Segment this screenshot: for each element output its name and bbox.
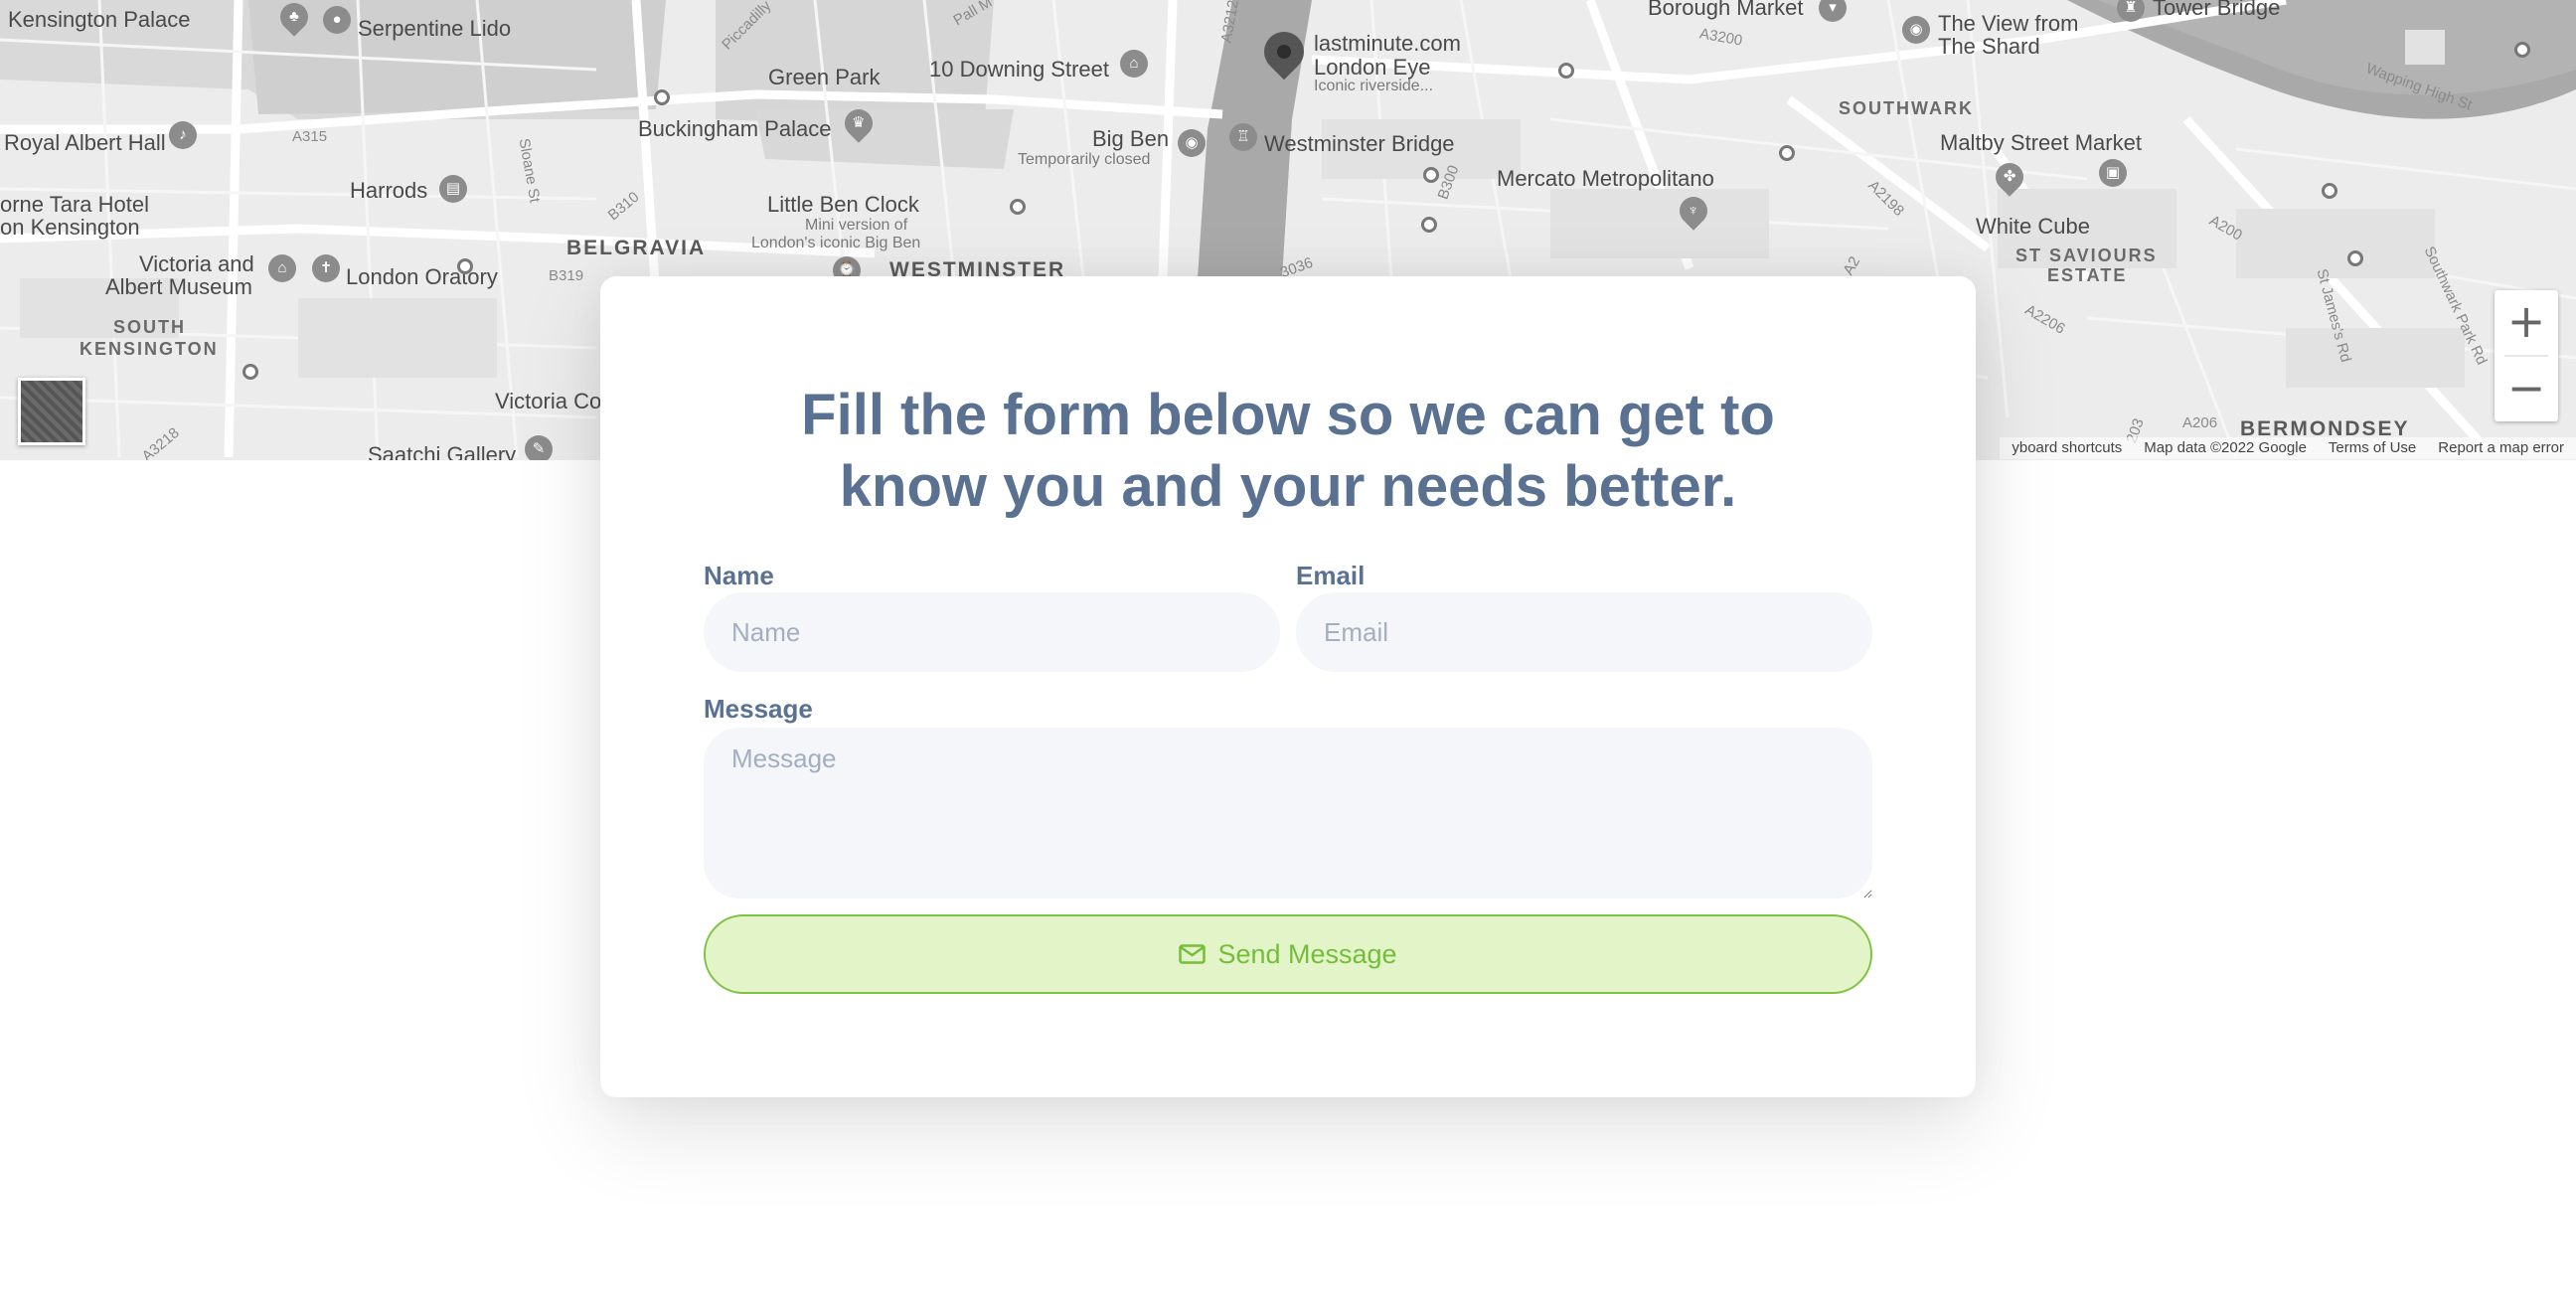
map-label-big-ben-status: Temporarily closed (1018, 151, 1151, 168)
location-pin-icon[interactable]: ● (323, 6, 351, 34)
station-icon[interactable] (242, 364, 258, 380)
station-icon[interactable] (1558, 63, 1574, 79)
map-label-kensington-palace: Kensington Palace (8, 7, 191, 32)
map-label-saatchi: Saatchi Gallery (368, 442, 517, 460)
landmark-icon[interactable]: ♖ (1229, 123, 1257, 151)
zoom-out-button[interactable]: − (2495, 357, 2558, 421)
map-label-little-ben-1: Little Ben Clock (767, 192, 919, 217)
map-data-text: Map data ©2022 Google (2144, 439, 2307, 456)
station-icon[interactable] (2347, 250, 2363, 266)
station-icon[interactable] (1779, 145, 1795, 161)
map-zoom-controls: + − (2495, 290, 2558, 421)
camera-icon[interactable]: ◉ (1902, 16, 1930, 44)
map-label-borough-market: Borough Market (1648, 0, 1804, 20)
message-textarea[interactable] (704, 728, 1872, 899)
map-label-victoria: Victoria Co (495, 389, 602, 413)
map-label-belgravia: BELGRAVIA (566, 237, 707, 259)
museum-icon[interactable]: ⌂ (268, 254, 296, 282)
road-label-a206: A206 (2182, 414, 2218, 431)
zoom-in-button[interactable]: + (2495, 290, 2558, 355)
map-label-white-cube: White Cube (1976, 214, 2090, 239)
map-label-harrods: Harrods (350, 178, 428, 203)
station-icon[interactable] (457, 258, 473, 274)
email-input[interactable] (1296, 592, 1872, 672)
church-icon[interactable]: ✝ (312, 254, 340, 282)
palette-icon[interactable]: ✎ (525, 435, 553, 460)
map-label-big-ben: Big Ben (1092, 126, 1170, 151)
terms-of-use-link[interactable]: Terms of Use (2329, 437, 2416, 459)
map-label-buckingham-palace: Buckingham Palace (638, 116, 832, 141)
road-label-b319: B319 (549, 267, 584, 284)
map-label-st-saviours-2: ESTATE (2047, 265, 2128, 285)
map-label-royal-albert-hall: Royal Albert Hall (4, 130, 166, 155)
satellite-layer-toggle[interactable] (18, 378, 85, 445)
music-icon[interactable]: ♪ (169, 121, 197, 149)
map-attribution: yboard shortcuts Map data ©2022 Google T… (2000, 437, 2576, 459)
email-label: Email (1296, 561, 1366, 590)
station-icon[interactable] (2514, 42, 2530, 58)
send-message-button[interactable]: Send Message (704, 914, 1872, 994)
shopping-bag-icon[interactable]: ▤ (439, 175, 467, 203)
station-icon[interactable] (1010, 199, 1026, 215)
cart-icon[interactable]: ▣ (2099, 159, 2127, 187)
map-label-hotel-2: on Kensington (0, 215, 140, 240)
map-label-south-kensington-2: KENSINGTON (80, 339, 219, 359)
landmark-icon[interactable]: ⌂ (1120, 50, 1148, 78)
station-icon[interactable] (654, 89, 670, 105)
road-label-a315: A315 (292, 128, 328, 145)
station-icon[interactable] (1423, 167, 1439, 183)
send-message-label: Send Message (1217, 938, 1397, 969)
map-label-london-eye-3: Iconic riverside... (1314, 78, 1434, 94)
map-label-hotel-1: orne Tara Hotel (0, 192, 150, 217)
map-label-ten-downing: 10 Downing Street (929, 57, 1109, 82)
form-title: Fill the form below so we can get to kno… (801, 383, 1775, 519)
map-label-london-oratory: London Oratory (346, 264, 498, 289)
map-label-tower-bridge: Tower Bridge (2153, 0, 2281, 20)
station-icon[interactable] (1421, 217, 1437, 233)
name-label: Name (704, 561, 774, 590)
map-label-va-1: Victoria and (139, 251, 254, 276)
map-label-south-kensington-1: SOUTH (113, 317, 186, 337)
map-label-southwark: SOUTHWARK (1839, 98, 1974, 118)
keyboard-shortcuts-link[interactable]: yboard shortcuts (2012, 437, 2122, 459)
map-label-green-park: Green Park (768, 65, 881, 89)
map-label-london-eye-2: London Eye (1314, 55, 1431, 80)
map-label-little-ben-2: Mini version of (805, 217, 908, 234)
contact-form-card: Fill the form below so we can get to kno… (600, 276, 1976, 1097)
map-label-westminster-bridge: Westminster Bridge (1264, 131, 1455, 156)
map-label-mercato: Mercato Metropolitano (1497, 166, 1714, 191)
map-label-view-shard-1: The View from (1938, 11, 2079, 36)
camera-icon[interactable]: ◉ (1178, 129, 1206, 157)
station-icon[interactable] (2322, 183, 2337, 199)
map-label-view-shard-2: The Shard (1938, 34, 2040, 59)
report-map-error-link[interactable]: Report a map error (2438, 437, 2564, 459)
name-input[interactable] (704, 592, 1280, 672)
map-label-serpentine-lido: Serpentine Lido (358, 16, 512, 41)
map-label-london-eye-1: lastminute.com (1314, 31, 1461, 56)
map-label-va-2: Albert Museum (105, 274, 252, 299)
message-label: Message (704, 694, 813, 724)
map-label-little-ben-3: London's iconic Big Ben (751, 235, 921, 251)
map-label-maltby-street: Maltby Street Market (1940, 130, 2142, 155)
envelope-icon (1179, 944, 1207, 964)
